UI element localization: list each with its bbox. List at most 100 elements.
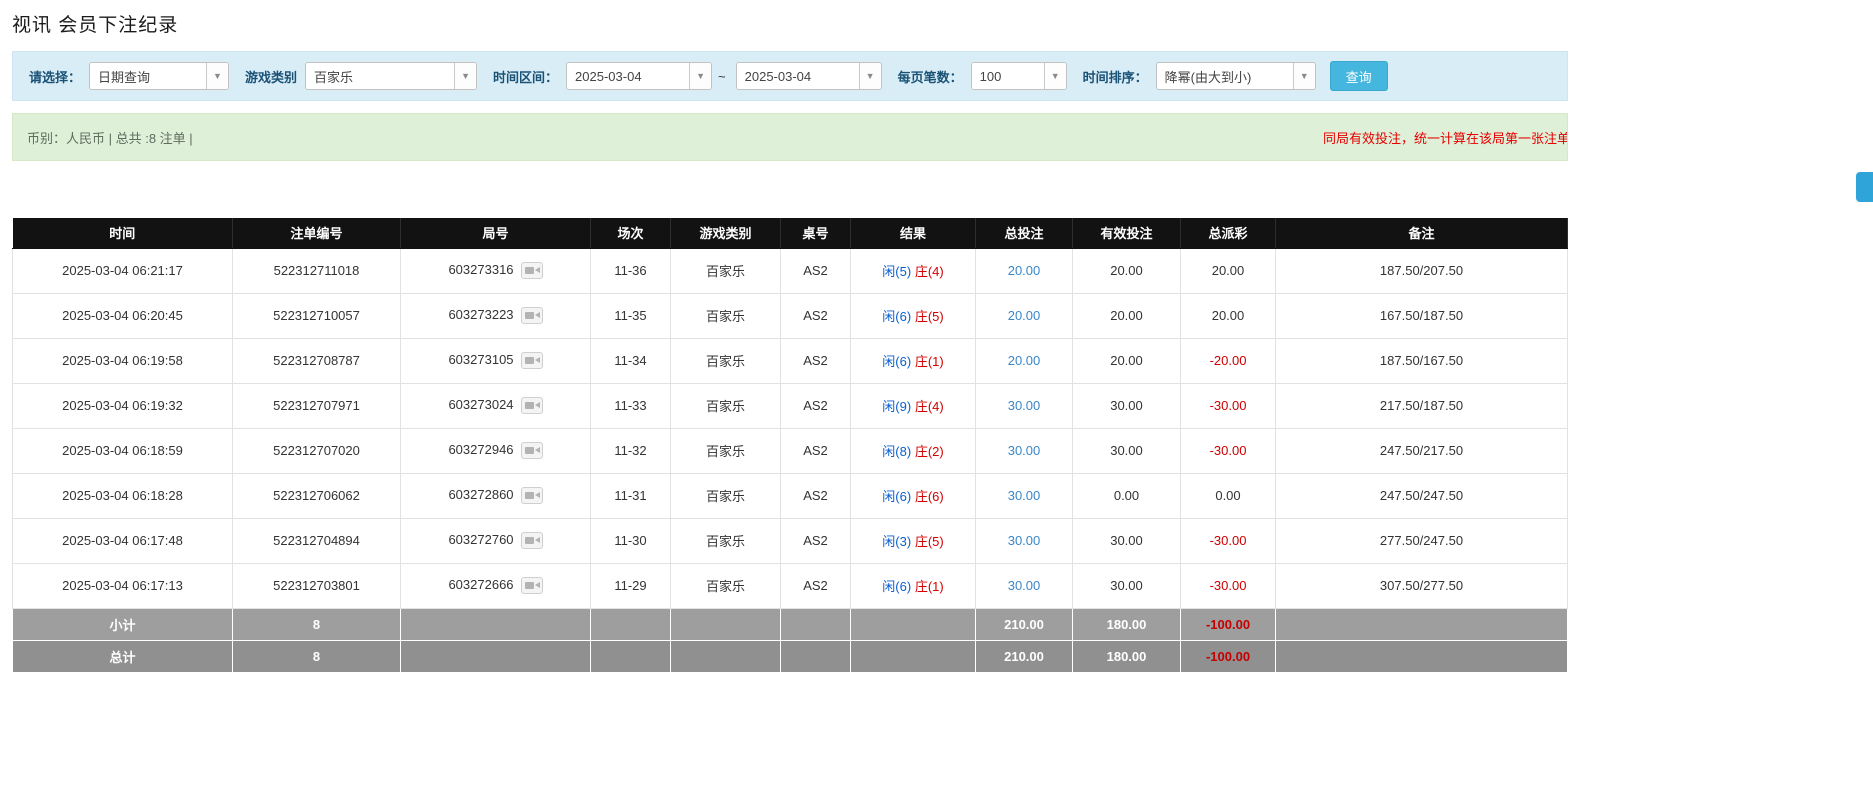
video-replay-icon[interactable] [521,487,543,504]
footer-count: 8 [233,608,401,640]
result-banker[interactable]: 庄(4) [915,399,944,414]
cell-bet-id: 522312707020 [233,428,401,473]
video-replay-icon[interactable] [521,352,543,369]
query-mode-combo[interactable]: ▼ [89,62,229,90]
result-player[interactable]: 闲(3) [882,534,911,549]
result-banker[interactable]: 庄(2) [915,444,944,459]
cell-time: 2025-03-04 06:21:17 [13,248,233,293]
search-button[interactable]: 查询 [1330,61,1388,91]
footer-payout: -100.00 [1181,640,1276,672]
partial-button[interactable] [1856,172,1873,202]
cell-result: 闲(6) 庄(1) [851,563,976,608]
result-player[interactable]: 闲(6) [882,489,911,504]
result-banker[interactable]: 庄(1) [915,354,944,369]
cell-round: 603272860 [401,473,591,518]
cell-remark: 277.50/247.50 [1276,518,1568,563]
cell-bet-id: 522312703801 [233,563,401,608]
game-type-combo[interactable]: ▼ [305,62,477,90]
cell-payout: -30.00 [1181,518,1276,563]
page-size-combo[interactable]: ▼ [971,62,1067,90]
column-header: 备注 [1276,218,1568,248]
cell-round: 603272946 [401,428,591,473]
footer-count: 8 [233,640,401,672]
cell-time: 2025-03-04 06:17:48 [13,518,233,563]
query-mode-input[interactable] [90,63,206,89]
cell-time: 2025-03-04 06:19:58 [13,338,233,383]
cell-total-bet[interactable]: 30.00 [976,563,1073,608]
chevron-down-icon[interactable]: ▼ [1293,63,1315,89]
cell-round: 603272760 [401,518,591,563]
cell-time: 2025-03-04 06:19:32 [13,383,233,428]
table-header-row: 时间注单编号局号场次游戏类别桌号结果总投注有效投注总派彩备注 [13,218,1568,248]
cell-remark: 167.50/187.50 [1276,293,1568,338]
result-player[interactable]: 闲(8) [882,444,911,459]
cell-remark: 247.50/217.50 [1276,428,1568,473]
cell-total-bet[interactable]: 30.00 [976,518,1073,563]
cell-result: 闲(6) 庄(6) [851,473,976,518]
date-range-label: 时间区间： [493,67,558,86]
result-player[interactable]: 闲(6) [882,579,911,594]
page-title: 视讯 会员下注纪录 [12,10,1873,37]
chevron-down-icon[interactable]: ▼ [859,63,881,89]
footer-total-bet: 210.00 [976,608,1073,640]
summary-bar: 币别：人民币 | 总共 :8 注单 | 同局有效投注，统一计算在该局第一张注单上 [12,113,1568,161]
cell-total-bet[interactable]: 30.00 [976,383,1073,428]
result-banker[interactable]: 庄(5) [915,309,944,324]
chevron-down-icon[interactable]: ▼ [206,63,228,89]
cell-table-no: AS2 [781,518,851,563]
page-size-input[interactable] [972,63,1044,89]
chevron-down-icon[interactable]: ▼ [1044,63,1066,89]
select-mode-label: 请选择： [29,67,81,86]
table-row: 2025-03-04 06:19:58522312708787603273105… [13,338,1568,383]
video-replay-icon[interactable] [521,262,543,279]
footer-empty-cell [781,640,851,672]
result-banker[interactable]: 庄(4) [915,264,944,279]
date-to-input[interactable] [737,63,859,89]
footer-empty-cell [591,640,671,672]
result-banker[interactable]: 庄(5) [915,534,944,549]
cell-total-bet[interactable]: 20.00 [976,293,1073,338]
cell-game-type: 百家乐 [671,248,781,293]
cell-total-bet[interactable]: 20.00 [976,248,1073,293]
video-replay-icon[interactable] [521,397,543,414]
chevron-down-icon[interactable]: ▼ [454,63,476,89]
cell-remark: 187.50/167.50 [1276,338,1568,383]
cell-total-bet[interactable]: 20.00 [976,338,1073,383]
cell-total-bet[interactable]: 30.00 [976,473,1073,518]
result-banker[interactable]: 庄(6) [915,489,944,504]
page: 视讯 会员下注纪录 请选择： ▼ 游戏类别 ▼ 时间区间： ▼ ~ ▼ 每页笔数… [0,0,1873,673]
result-player[interactable]: 闲(5) [882,264,911,279]
cell-payout: -30.00 [1181,563,1276,608]
date-from-combo[interactable]: ▼ [566,62,712,90]
chevron-down-icon[interactable]: ▼ [689,63,711,89]
video-replay-icon[interactable] [521,307,543,324]
cell-valid-bet: 20.00 [1073,338,1181,383]
cell-session: 11-30 [591,518,671,563]
table-row: 2025-03-04 06:18:28522312706062603272860… [13,473,1568,518]
column-header: 时间 [13,218,233,248]
filter-bar: 请选择： ▼ 游戏类别 ▼ 时间区间： ▼ ~ ▼ 每页笔数： ▼ 时间排序： … [12,51,1568,101]
summary-notice: 同局有效投注，统一计算在该局第一张注单上 [1323,128,1568,147]
cell-game-type: 百家乐 [671,338,781,383]
video-replay-icon[interactable] [521,442,543,459]
table-row: 2025-03-04 06:21:17522312711018603273316… [13,248,1568,293]
video-replay-icon[interactable] [521,532,543,549]
time-sort-input[interactable] [1157,63,1293,89]
time-sort-label: 时间排序： [1083,67,1148,86]
cell-game-type: 百家乐 [671,428,781,473]
cell-session: 11-35 [591,293,671,338]
video-replay-icon[interactable] [521,577,543,594]
result-player[interactable]: 闲(6) [882,354,911,369]
result-banker[interactable]: 庄(1) [915,579,944,594]
summary-currency-count: 币别：人民币 | 总共 :8 注单 | [27,128,193,147]
footer-empty-cell [1276,640,1568,672]
result-player[interactable]: 闲(9) [882,399,911,414]
time-sort-combo[interactable]: ▼ [1156,62,1316,90]
date-to-combo[interactable]: ▼ [736,62,882,90]
game-type-input[interactable] [306,63,454,89]
date-from-input[interactable] [567,63,689,89]
footer-valid-bet: 180.00 [1073,640,1181,672]
column-header: 游戏类别 [671,218,781,248]
result-player[interactable]: 闲(6) [882,309,911,324]
cell-total-bet[interactable]: 30.00 [976,428,1073,473]
